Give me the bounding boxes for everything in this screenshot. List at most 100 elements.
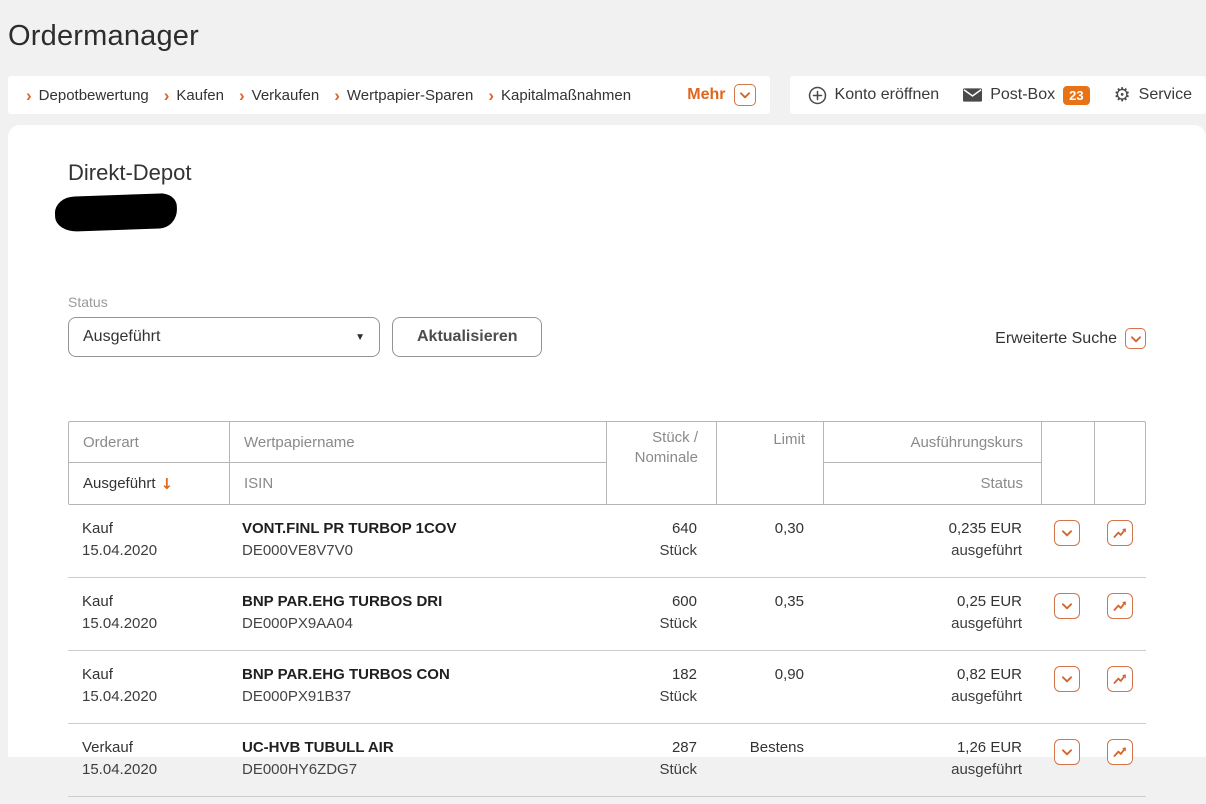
limit-value: 0,30 [729,518,804,540]
header-status[interactable]: Status [824,463,1041,504]
status-select[interactable]: Ausgeführt ▼ [68,317,380,357]
limit-value: Bestens [729,737,804,759]
expand-order-button[interactable] [1054,739,1080,765]
limit-cell: 0,35 [715,578,822,650]
expand-order-button[interactable] [1054,666,1080,692]
chevron-down-icon[interactable] [1125,328,1146,349]
security-name: BNP PAR.EHG TURBOS CON [242,664,591,686]
expand-cell [1040,505,1093,577]
chart-button[interactable] [1107,739,1133,765]
nav-item-label: Kapitalmaßnahmen [501,87,631,104]
advanced-search-toggle[interactable]: Erweiterte Suche [995,328,1146,357]
header-limit[interactable]: Limit [717,422,823,504]
quantity-value: 287 [619,737,697,759]
nav-item-label: Depotbewertung [39,87,149,104]
chart-button[interactable] [1107,520,1133,546]
chevron-down-icon[interactable] [734,84,756,106]
security-cell: VONT.FINL PR TURBOP 1COV DE000VE8V7V0 [228,505,605,577]
nav-more[interactable]: Mehr [687,84,755,106]
security-name: VONT.FINL PR TURBOP 1COV [242,518,591,540]
chart-cell [1093,651,1146,723]
advanced-search-label: Erweiterte Suche [995,330,1117,348]
expand-cell [1040,724,1093,796]
column-wertpapiername: Wertpapiername ISIN [229,422,606,504]
nav-item-label: Kaufen [176,87,224,104]
order-row: Verkauf 15.04.2020 UC-HVB TUBULL AIR DE0… [68,724,1146,797]
chevron-right-icon: › [239,87,245,104]
security-isin: DE000PX9AA04 [242,613,591,635]
chart-button[interactable] [1107,593,1133,619]
sort-desc-icon: ↓ [161,475,174,493]
order-type: Kauf [82,664,214,686]
chart-cell [1093,724,1146,796]
execution-price: 0,82 EUR [836,664,1022,686]
status-select-value: Ausgeführt [83,328,355,346]
nav-item-verkaufen[interactable]: › Verkaufen [239,87,319,104]
security-cell: BNP PAR.EHG TURBOS CON DE000PX91B37 [228,651,605,723]
chevron-right-icon: › [164,87,170,104]
status-field-label: Status [68,294,380,310]
order-type: Kauf [82,591,214,613]
order-row: Kauf 15.04.2020 BNP PAR.EHG TURBOS DRI D… [68,578,1146,651]
open-account-link[interactable]: Konto eröffnen [808,86,940,105]
execution-price: 0,25 EUR [836,591,1022,613]
order-date: 15.04.2020 [82,759,214,781]
nav-item-depotbewertung[interactable]: › Depotbewertung [26,87,149,104]
execution-cell: 1,26 EUR ausgeführt [822,724,1040,796]
postbox-link[interactable]: Post-Box 23 [963,86,1089,105]
envelope-icon [963,88,982,102]
quantity-cell: 182 Stück [605,651,715,723]
security-cell: UC-HVB TUBULL AIR DE000HY6ZDG7 [228,724,605,796]
limit-value: 0,90 [729,664,804,686]
header-stueck-nominale[interactable]: Stück / Nominale [606,422,716,504]
quantity-unit: Stück [619,613,697,635]
utility-nav: Konto eröffnen Post-Box 23 ⚙ Service [790,76,1206,114]
postbox-label: Post-Box [990,86,1055,104]
execution-cell: 0,82 EUR ausgeführt [822,651,1040,723]
limit-value: 0,35 [729,591,804,613]
filter-bar: Status Ausgeführt ▼ Aktualisieren Erweit… [68,294,1146,357]
header-orderart[interactable]: Orderart [69,422,229,463]
chart-button[interactable] [1107,666,1133,692]
order-type: Kauf [82,518,214,540]
page-title: Ordermanager [8,20,1206,53]
order-type-cell: Kauf 15.04.2020 [68,505,228,577]
orders-table-body: Kauf 15.04.2020 VONT.FINL PR TURBOP 1COV… [68,505,1146,797]
postbox-unread-badge: 23 [1063,86,1089,105]
refresh-button[interactable]: Aktualisieren [392,317,542,357]
order-date: 15.04.2020 [82,686,214,708]
header-isin[interactable]: ISIN [230,463,606,504]
order-date: 15.04.2020 [82,613,214,635]
security-name: UC-HVB TUBULL AIR [242,737,591,759]
column-ausfuehrungskurs: Ausführungskurs Status [823,422,1041,504]
main-nav: › Depotbewertung › Kaufen › Verkaufen › … [8,76,770,114]
redacted-account-holder [54,193,177,232]
expand-cell [1040,651,1093,723]
order-type-cell: Kauf 15.04.2020 [68,578,228,650]
depot-title: Direkt-Depot [68,160,1146,186]
order-type-cell: Verkauf 15.04.2020 [68,724,228,796]
header-wertpapiername[interactable]: Wertpapiername [230,422,606,463]
execution-status: ausgeführt [836,540,1022,562]
column-limit: Limit [716,422,823,504]
execution-price: 0,235 EUR [836,518,1022,540]
security-name: BNP PAR.EHG TURBOS DRI [242,591,591,613]
expand-order-button[interactable] [1054,520,1080,546]
gear-icon: ⚙ [1114,86,1131,105]
column-chart-actions [1094,422,1147,504]
nav-item-kapitalmassnahmen[interactable]: › Kapitalmaßnahmen [488,87,631,104]
nav-item-kaufen[interactable]: › Kaufen [164,87,224,104]
chevron-right-icon: › [488,87,494,104]
service-link[interactable]: ⚙ Service [1114,86,1192,105]
quantity-unit: Stück [619,686,697,708]
expand-order-button[interactable] [1054,593,1080,619]
header-sort-status[interactable]: Ausgeführt ↓ [69,463,229,504]
nav-item-wertpapier-sparen[interactable]: › Wertpapier-Sparen [334,87,473,104]
depot-panel: Direkt-Depot Status Ausgeführt ▼ Aktuali… [8,125,1206,757]
order-row: Kauf 15.04.2020 VONT.FINL PR TURBOP 1COV… [68,505,1146,578]
limit-cell: Bestens [715,724,822,796]
execution-status: ausgeführt [836,759,1022,781]
chevron-right-icon: › [334,87,340,104]
header-ausfuehrungskurs[interactable]: Ausführungskurs [824,422,1041,463]
execution-status: ausgeführt [836,686,1022,708]
